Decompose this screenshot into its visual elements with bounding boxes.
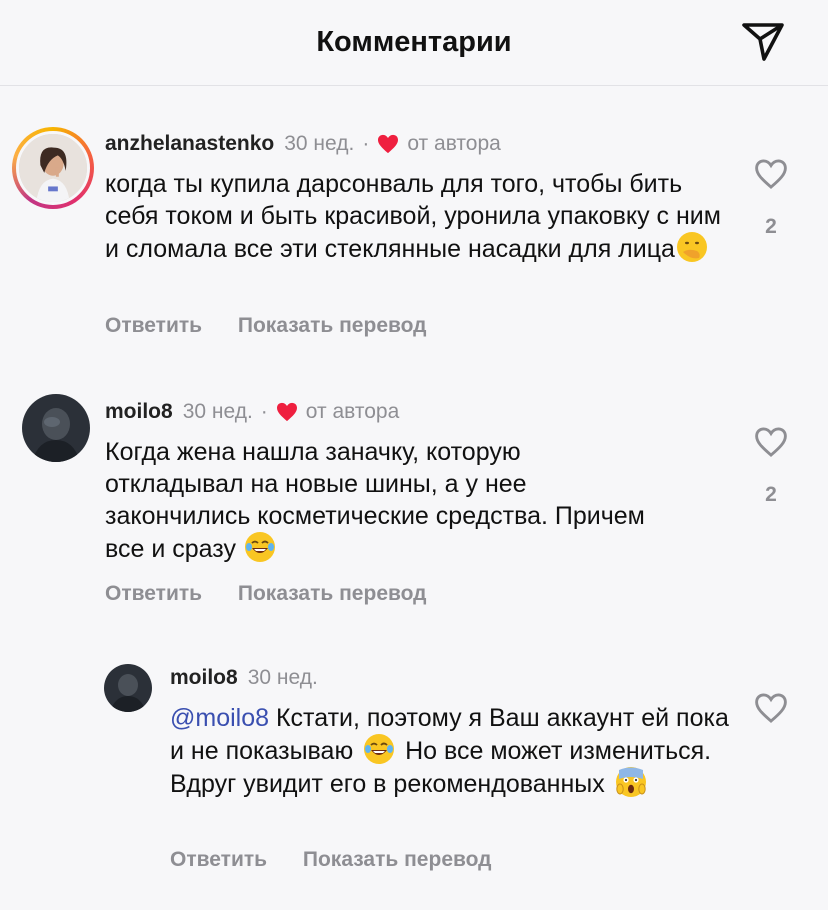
comment-actions: Ответить Показать перевод (170, 848, 522, 872)
comment-actions: Ответить Показать перевод (105, 314, 457, 338)
reply-button[interactable]: Ответить (105, 314, 202, 337)
timestamp: 30 нед. (247, 666, 318, 689)
comment-meta: moilo8 30 нед. (170, 666, 326, 690)
show-translation-button[interactable]: Показать перевод (238, 582, 427, 605)
username[interactable]: anzhelanastenko (105, 132, 274, 156)
comment-body: когда ты купила дарсонваль для того, что… (105, 170, 721, 263)
heart-outline-icon[interactable] (754, 426, 788, 458)
page-title: Комментарии (316, 26, 512, 58)
mention-link[interactable]: @moilo8 (170, 704, 269, 732)
paper-plane-icon[interactable] (740, 18, 786, 64)
username[interactable]: moilo8 (105, 400, 173, 424)
like-area: 2 (751, 158, 791, 239)
timestamp: 30 нед. (284, 132, 355, 155)
heart-outline-icon[interactable] (754, 158, 788, 190)
avatar[interactable] (22, 394, 90, 462)
like-area: 2 (751, 426, 791, 507)
timestamp: 30 нед. (182, 400, 253, 423)
liked-by-author-label: от автора (305, 400, 400, 423)
like-count: 2 (765, 483, 777, 506)
separator: · (362, 132, 370, 155)
face-with-tears-of-joy-emoji (364, 734, 395, 764)
comment-body: Когда жена нашла заначку, которую отклад… (105, 438, 645, 563)
reply-button[interactable]: Ответить (170, 848, 267, 871)
like-count: 2 (765, 215, 777, 238)
separator: · (260, 400, 268, 423)
heart-filled-icon (276, 402, 297, 422)
reply-item: moilo8 30 нед. @moilo8 Кстати, поэтому я… (0, 662, 828, 882)
heart-filled-icon (378, 134, 399, 154)
comment-text: Когда жена нашла заначку, которую отклад… (105, 436, 665, 565)
liked-by-author-label: от автора (407, 132, 501, 155)
comment-meta: moilo8 30 нед. · от автора (105, 400, 399, 424)
show-translation-button[interactable]: Показать перевод (303, 848, 492, 871)
face-with-hand-over-mouth-emoji (676, 232, 707, 262)
comment-text: @moilo8 Кстати, поэтому я Ваш аккаунт ей… (170, 702, 730, 800)
comment-text: когда ты купила дарсонваль для того, что… (105, 168, 725, 265)
comment-item: moilo8 30 нед. · от автора Когда жена на… (0, 394, 828, 624)
like-area (751, 692, 791, 729)
comment-meta: anzhelanastenko 30 нед. · от автора (105, 132, 501, 156)
avatar[interactable] (12, 127, 94, 209)
reply-button[interactable]: Ответить (105, 582, 202, 605)
heart-outline-icon[interactable] (754, 692, 788, 724)
comment-actions: Ответить Показать перевод (105, 582, 457, 606)
show-translation-button[interactable]: Показать перевод (238, 314, 427, 337)
header: Комментарии (0, 0, 828, 86)
face-with-tears-of-joy-emoji (244, 532, 275, 562)
face-screaming-in-fear-emoji (615, 767, 646, 797)
avatar[interactable] (104, 664, 152, 712)
username[interactable]: moilo8 (170, 666, 238, 690)
comment-item: anzhelanastenko 30 нед. · от автора когд… (0, 126, 828, 356)
